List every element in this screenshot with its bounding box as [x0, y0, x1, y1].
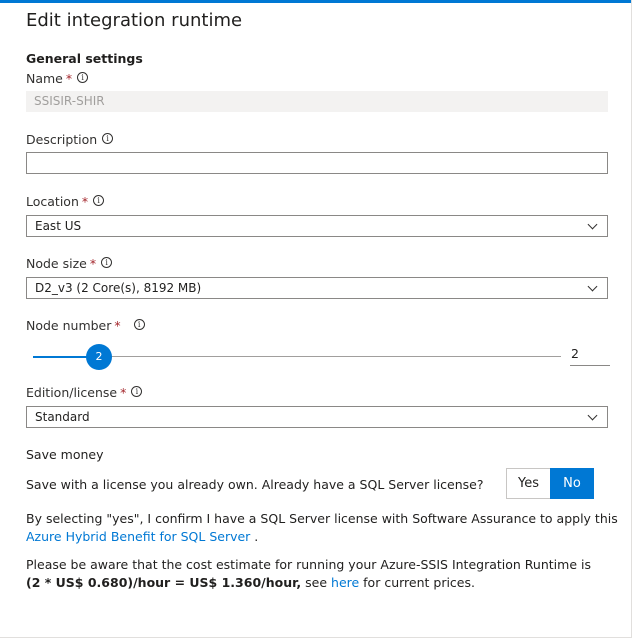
cost-estimate-row: (2 * US$ 0.680)/hour = US$ 1.360/hour, s… [26, 575, 475, 590]
description-input[interactable] [26, 152, 608, 174]
cost-suffix: for current prices. [359, 575, 475, 590]
required-marker: * [114, 318, 121, 333]
chevron-down-icon [587, 281, 598, 292]
chevron-down-icon [587, 219, 598, 230]
license-question: Save with a license you already own. Alr… [26, 477, 484, 492]
info-icon[interactable]: i [131, 386, 143, 397]
chevron-down-icon [587, 410, 598, 421]
license-toggle: Yes No [506, 468, 594, 499]
info-icon[interactable]: i [93, 195, 105, 206]
name-field: SSISIR-SHIR [26, 91, 608, 112]
required-marker: * [120, 385, 127, 400]
azure-hybrid-benefit-link[interactable]: Azure Hybrid Benefit for SQL Server [26, 529, 250, 544]
pricing-here-link[interactable]: here [331, 575, 359, 590]
benefit-suffix: . [250, 529, 259, 544]
benefit-row: Azure Hybrid Benefit for SQL Server . [26, 529, 258, 544]
location-label-row: Location * i [26, 194, 105, 209]
description-label-row: Description i [26, 132, 114, 147]
name-value: SSISIR-SHIR [34, 94, 105, 108]
required-marker: * [81, 194, 89, 209]
description-label: Description [26, 132, 98, 147]
location-label: Location [26, 194, 79, 209]
node-size-label: Node size [26, 256, 87, 271]
cost-text: Please be aware that the cost estimate f… [26, 557, 591, 572]
node-number-label: Node number [26, 318, 112, 333]
section-heading: General settings [26, 51, 143, 66]
info-icon[interactable]: i [101, 257, 113, 268]
no-button[interactable]: No [550, 468, 594, 499]
cost-estimate: (2 * US$ 0.680)/hour = US$ 1.360/hour, [26, 575, 302, 590]
node-number-slider-thumb[interactable]: 2 [86, 344, 112, 370]
edition-label: Edition/license [26, 385, 118, 400]
node-size-dropdown[interactable]: D2_v3 (2 Core(s), 8192 MB) [26, 277, 608, 299]
location-value: East US [35, 219, 82, 233]
save-money-heading: Save money [26, 447, 104, 462]
slider-track[interactable] [99, 356, 561, 357]
name-label-row: Name * i [26, 71, 89, 86]
yes-button[interactable]: Yes [506, 468, 550, 499]
page-title: Edit integration runtime [26, 10, 243, 31]
required-marker: * [89, 256, 97, 271]
cost-see: see [301, 575, 332, 590]
node-number-input[interactable]: 2 [570, 346, 610, 366]
info-icon[interactable]: i [77, 72, 89, 83]
location-dropdown[interactable]: East US [26, 215, 608, 237]
confirm-text: By selecting "yes", I confirm I have a S… [26, 511, 618, 526]
node-size-value: D2_v3 (2 Core(s), 8192 MB) [35, 281, 202, 295]
edition-value: Standard [35, 410, 90, 424]
info-icon[interactable]: i [133, 319, 145, 330]
node-number-label-row: Node number * i [26, 318, 145, 333]
info-icon[interactable]: i [102, 133, 114, 144]
node-size-label-row: Node size * i [26, 256, 113, 271]
edition-label-row: Edition/license * i [26, 385, 143, 400]
top-accent-bar [0, 0, 632, 3]
name-label: Name [26, 71, 63, 86]
edition-dropdown[interactable]: Standard [26, 406, 608, 428]
required-marker: * [65, 71, 73, 86]
